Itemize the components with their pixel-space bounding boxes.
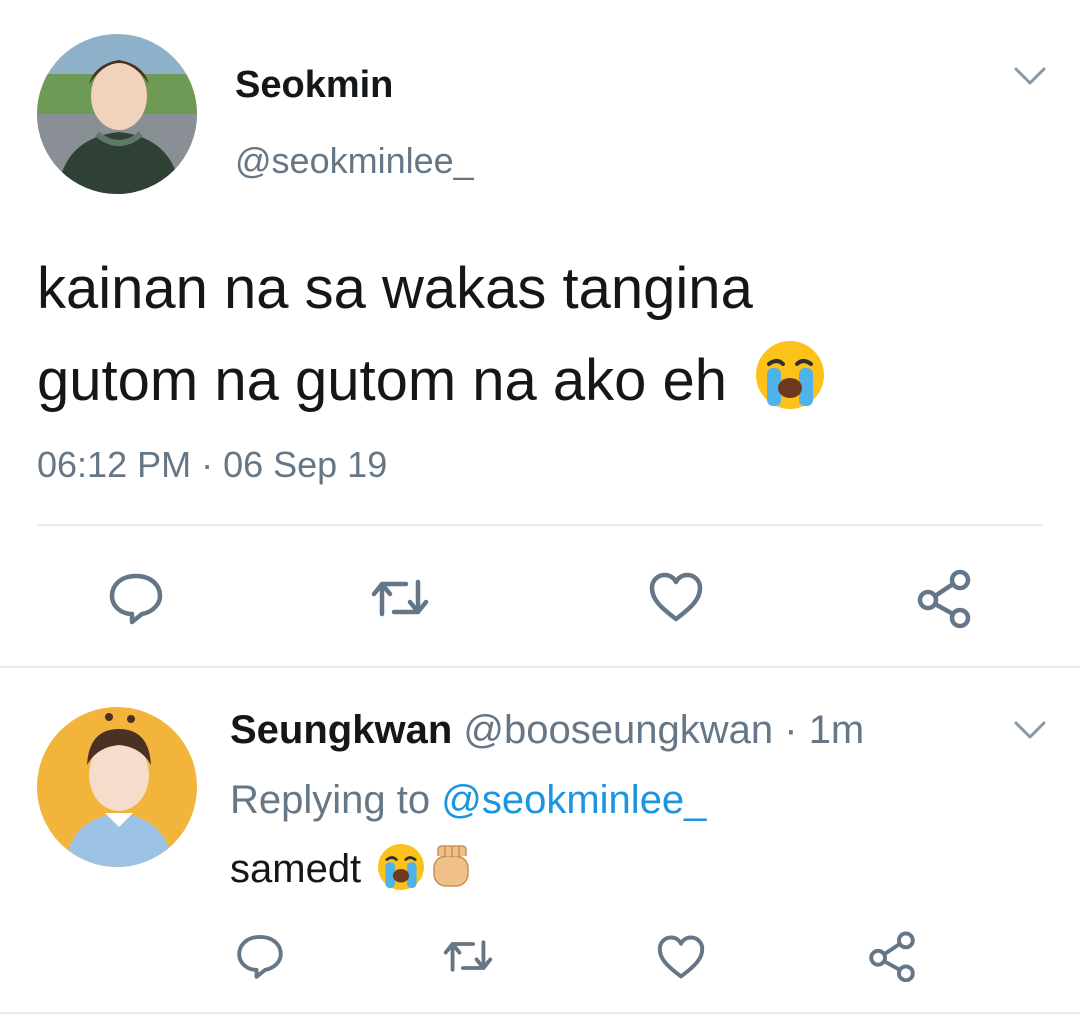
handle[interactable]: @seokminlee_ xyxy=(235,140,474,182)
raised-fist-icon xyxy=(426,842,476,892)
avatar-seungkwan[interactable] xyxy=(37,707,197,867)
tweet-text-line-2: gutom na gutom na ako eh xyxy=(37,338,827,414)
display-name[interactable]: Seokmin xyxy=(235,64,393,107)
loudly-crying-face-icon xyxy=(753,338,827,412)
chevron-down-icon[interactable] xyxy=(1012,62,1048,90)
divider-bottom xyxy=(0,1012,1080,1014)
reply-icon[interactable] xyxy=(106,568,166,628)
retweet-icon[interactable] xyxy=(368,570,432,626)
reply-handle[interactable]: @booseungkwan xyxy=(463,708,773,752)
reply-action-like-icon[interactable] xyxy=(656,934,706,980)
reply-action-share-icon[interactable] xyxy=(866,930,918,982)
reply-time[interactable]: 1m xyxy=(809,708,865,752)
replying-to-line: Replying to @seokminlee_ xyxy=(230,778,706,823)
reply-chevron-down-icon[interactable] xyxy=(1012,716,1048,744)
replying-to-label: Replying to xyxy=(230,778,431,822)
reply-separator: · xyxy=(784,708,798,752)
reply-text-line: samedt xyxy=(230,842,476,892)
avatar-seokmin[interactable] xyxy=(37,34,197,194)
reply-display-name[interactable]: Seungkwan xyxy=(230,708,452,752)
tweet-text-line-2-text: gutom na gutom na ako eh xyxy=(37,348,728,413)
divider-timestamp xyxy=(37,524,1043,526)
loudly-crying-face-icon xyxy=(376,842,426,892)
divider-main xyxy=(0,666,1080,668)
tweet-text-line-1: kainan na sa wakas tangina xyxy=(37,256,753,321)
reply-action-retweet-icon[interactable] xyxy=(440,932,496,980)
like-icon[interactable] xyxy=(648,571,704,623)
tweet-timestamp[interactable]: 06:12 PM · 06 Sep 19 xyxy=(37,444,387,486)
reply-header: Seungkwan @booseungkwan · 1m xyxy=(230,708,864,753)
reply-text: samedt xyxy=(230,847,362,891)
share-icon[interactable] xyxy=(914,568,974,628)
reply-action-reply-icon[interactable] xyxy=(234,930,286,982)
replying-to-handle[interactable]: @seokminlee_ xyxy=(441,778,706,822)
